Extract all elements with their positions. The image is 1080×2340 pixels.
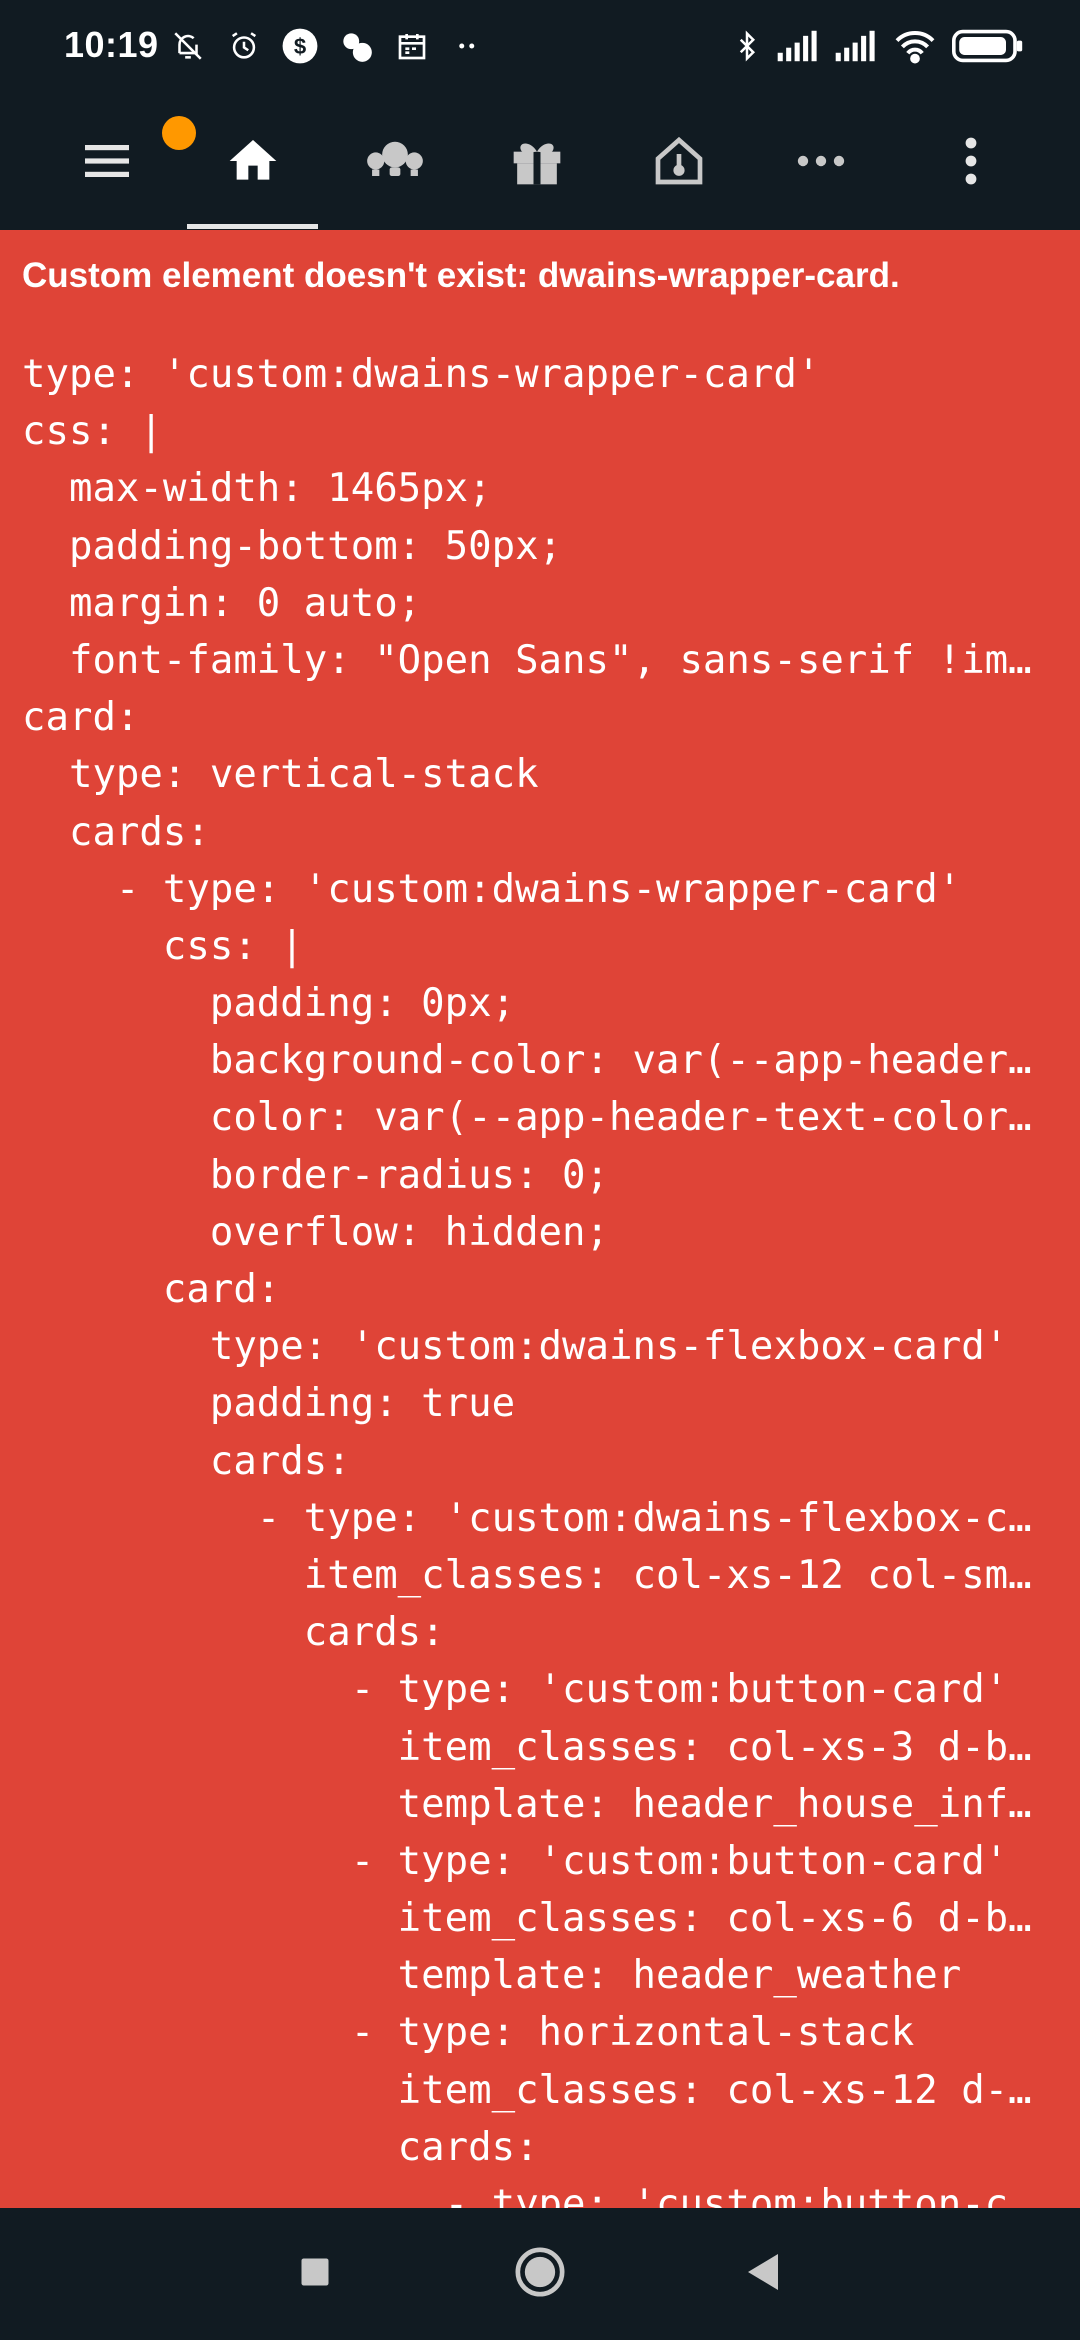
dots-horizontal-icon bbox=[795, 151, 847, 176]
code-line: card: bbox=[22, 695, 140, 741]
back-button[interactable] bbox=[722, 2234, 802, 2314]
error-card[interactable]: Custom element doesn't exist: dwains-wra… bbox=[0, 230, 1080, 2208]
dollar-app-icon: $ bbox=[280, 26, 320, 66]
code-line: color: var(--app-header-text-color… bbox=[22, 1095, 1032, 1141]
tab-gift[interactable] bbox=[472, 96, 602, 230]
code-line: cards: bbox=[22, 1610, 445, 1656]
code-line: font-family: "Open Sans", sans-serif !im… bbox=[22, 637, 1032, 683]
back-triangle-icon bbox=[742, 2250, 782, 2299]
code-line: padding: 0px; bbox=[22, 981, 516, 1027]
status-time: 10:19 bbox=[64, 24, 159, 65]
system-icons bbox=[732, 28, 1024, 64]
recent-apps-icon bbox=[297, 2254, 333, 2295]
overflow-menu-button[interactable] bbox=[906, 96, 1036, 230]
code-line: max-width: 1465px; bbox=[22, 466, 492, 512]
code-line: - type: 'custom:button-card' bbox=[22, 1667, 1009, 1713]
tab-more-views[interactable] bbox=[756, 96, 886, 230]
lightbulb-group-icon bbox=[365, 133, 425, 194]
config-code-block: type: 'custom:dwains-wrapper-card' css: |… bbox=[22, 346, 1062, 2208]
code-line: - type: horizontal-stack bbox=[22, 2010, 915, 2056]
status-bar: 10:19 $ bbox=[0, 0, 1080, 96]
code-line: - type: 'custom:button-c… bbox=[22, 2182, 1032, 2208]
home-gauge-icon bbox=[651, 133, 707, 194]
alarm-icon bbox=[224, 26, 264, 66]
code-line: card: bbox=[22, 1267, 281, 1312]
battery-icon bbox=[952, 28, 1024, 64]
signal-icon bbox=[834, 29, 878, 63]
gift-icon bbox=[509, 133, 565, 194]
weather-app-icon bbox=[336, 26, 376, 66]
menu-button[interactable] bbox=[46, 96, 196, 230]
wifi-icon bbox=[892, 28, 938, 64]
code-line: border-radius: 0; bbox=[22, 1152, 609, 1198]
menu-icon bbox=[85, 141, 137, 186]
active-tab-indicator bbox=[187, 224, 318, 229]
code-line: cards: bbox=[22, 809, 210, 855]
error-title: Custom element doesn't exist: dwains-wra… bbox=[22, 256, 900, 295]
more-notifications-icon bbox=[448, 26, 488, 66]
code-line: template: header_house_inf… bbox=[22, 1781, 1032, 1827]
code-line: cards: bbox=[22, 1438, 351, 1484]
home-icon bbox=[225, 133, 281, 194]
code-line: css: | bbox=[22, 923, 304, 969]
code-line: padding-bottom: 50px; bbox=[22, 523, 563, 569]
home-nav-button[interactable] bbox=[500, 2234, 580, 2314]
code-line: type: vertical-stack bbox=[22, 752, 539, 798]
top-toolbar bbox=[0, 96, 1080, 230]
code-line: css: | bbox=[22, 409, 163, 455]
code-line: template: header_weather bbox=[22, 1953, 962, 1999]
code-line: item_classes: col-xs-3 d-b… bbox=[22, 1724, 1032, 1770]
code-line: type: 'custom:dwains-flexbox-card' bbox=[22, 1324, 1009, 1370]
notification-icons: $ bbox=[168, 26, 488, 66]
dots-vertical-icon bbox=[961, 135, 981, 192]
code-line: item_classes: col-xs-12 col-sm… bbox=[22, 1552, 1032, 1598]
bell-off-icon bbox=[168, 26, 208, 66]
code-line: type: 'custom:dwains-wrapper-card' bbox=[22, 352, 821, 397]
calendar-icon bbox=[392, 26, 432, 66]
code-line: - type: 'custom:dwains-wrapper-card' bbox=[22, 866, 962, 912]
code-line: item_classes: col-xs-12 d-… bbox=[22, 2067, 1032, 2113]
code-line: - type: 'custom:dwains-flexbox-c… bbox=[22, 1495, 1032, 1541]
code-line: background-color: var(--app-header… bbox=[22, 1038, 1032, 1084]
svg-text:$: $ bbox=[294, 34, 307, 59]
code-line: - type: 'custom:button-card' bbox=[22, 1838, 1009, 1884]
home-circle-icon bbox=[512, 2244, 568, 2305]
code-line: overflow: hidden; bbox=[22, 1209, 609, 1255]
code-line: item_classes: col-xs-6 d-b… bbox=[22, 1896, 1032, 1942]
tab-lights[interactable] bbox=[330, 96, 460, 230]
bluetooth-icon bbox=[732, 28, 762, 64]
code-line: cards: bbox=[22, 2124, 539, 2170]
system-nav-bar bbox=[0, 2208, 1080, 2340]
signal-icon bbox=[776, 29, 820, 63]
tab-home[interactable] bbox=[188, 96, 318, 230]
tab-house-status[interactable] bbox=[614, 96, 744, 230]
code-line: padding: true bbox=[22, 1381, 516, 1427]
recent-apps-button[interactable] bbox=[275, 2234, 355, 2314]
code-line: margin: 0 auto; bbox=[22, 580, 422, 626]
